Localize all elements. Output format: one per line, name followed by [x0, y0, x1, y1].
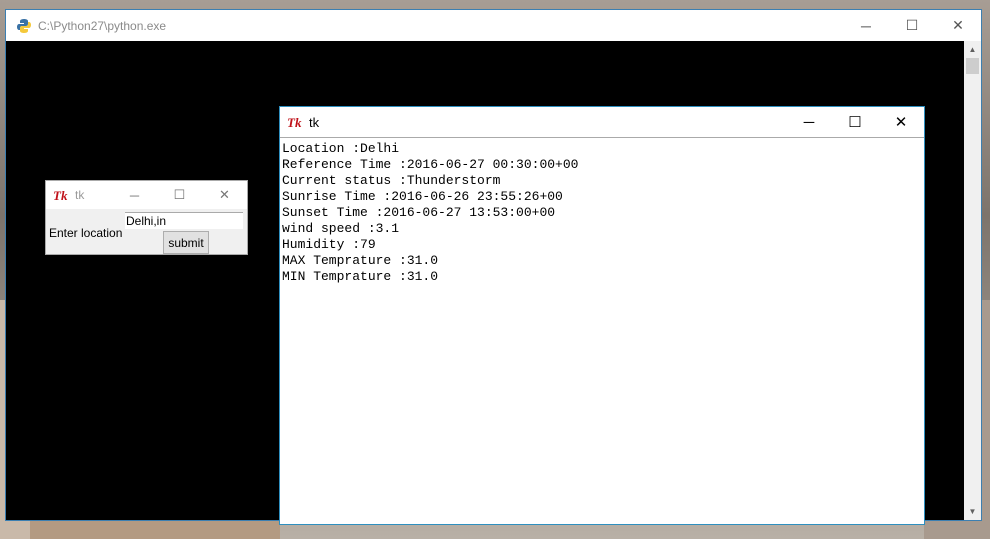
minimize-icon: ─: [803, 113, 815, 131]
svg-text:Tk: Tk: [287, 115, 302, 130]
location-input[interactable]: [125, 212, 243, 229]
weather-line-reference-time: Reference Time :2016-06-27 00:30:00+00: [282, 157, 579, 172]
small-tk-close-button[interactable]: ✕: [202, 181, 247, 209]
scroll-down-icon[interactable]: ▼: [964, 503, 981, 520]
console-maximize-button[interactable]: ☐: [889, 10, 935, 41]
svg-text:Tk: Tk: [53, 188, 68, 203]
weather-line-sunset: Sunset Time :2016-06-27 13:53:00+00: [282, 205, 556, 220]
maximize-icon: ☐: [173, 187, 186, 202]
weather-line-wind: wind speed :3.1: [282, 221, 400, 236]
tk-feather-icon: Tk: [287, 115, 302, 130]
big-tk-minimize-button[interactable]: ─: [786, 107, 832, 137]
weather-text-area[interactable]: Location :Delhi Reference Time :2016-06-…: [280, 138, 924, 288]
close-icon: ✕: [894, 114, 908, 131]
weather-line-location: Location :Delhi: [282, 141, 400, 156]
weather-line-max-temp: MAX Temprature :31.0: [282, 253, 439, 268]
console-titlebar[interactable]: C:\Python27\python.exe ─ ☐ ✕: [6, 10, 981, 41]
big-tk-title: tk: [309, 114, 320, 130]
close-icon: ✕: [952, 17, 964, 33]
submit-button[interactable]: submit: [163, 231, 209, 254]
location-input-window: Tk tk ─ ☐ ✕ Enter location submit: [45, 180, 248, 255]
small-tk-maximize-button[interactable]: ☐: [157, 181, 202, 209]
close-icon: ✕: [219, 187, 230, 202]
weather-output-window: Tk tk ─ ☐ ✕ Location :Delhi Reference Ti…: [279, 106, 925, 525]
tk-feather-icon: Tk: [53, 188, 68, 203]
console-title: C:\Python27\python.exe: [38, 18, 167, 33]
big-tk-maximize-button[interactable]: ☐: [832, 107, 878, 137]
python-icon: [17, 18, 31, 33]
small-tk-title: tk: [75, 188, 85, 202]
console-close-button[interactable]: ✕: [935, 10, 981, 41]
console-scrollbar[interactable]: ▲ ▼: [964, 41, 981, 520]
big-tk-close-button[interactable]: ✕: [878, 107, 924, 137]
weather-line-status: Current status :Thunderstorm: [282, 173, 501, 188]
weather-line-humidity: Humidity :79: [282, 237, 376, 252]
minimize-icon: ─: [861, 17, 871, 34]
small-tk-titlebar[interactable]: Tk tk ─ ☐ ✕: [46, 181, 247, 209]
scroll-thumb[interactable]: [966, 58, 979, 74]
wallpaper-detail: [30, 521, 280, 539]
maximize-icon: ☐: [905, 17, 919, 33]
weather-line-min-temp: MIN Temprature :31.0: [282, 269, 439, 284]
small-tk-minimize-button[interactable]: ─: [112, 181, 157, 209]
enter-location-label: Enter location: [49, 226, 123, 240]
big-tk-titlebar[interactable]: Tk tk ─ ☐ ✕: [280, 107, 924, 138]
minimize-icon: ─: [129, 187, 140, 203]
weather-line-sunrise: Sunrise Time :2016-06-26 23:55:26+00: [282, 189, 563, 204]
console-minimize-button[interactable]: ─: [843, 10, 889, 41]
maximize-icon: ☐: [848, 114, 862, 131]
scroll-up-icon[interactable]: ▲: [964, 41, 981, 58]
